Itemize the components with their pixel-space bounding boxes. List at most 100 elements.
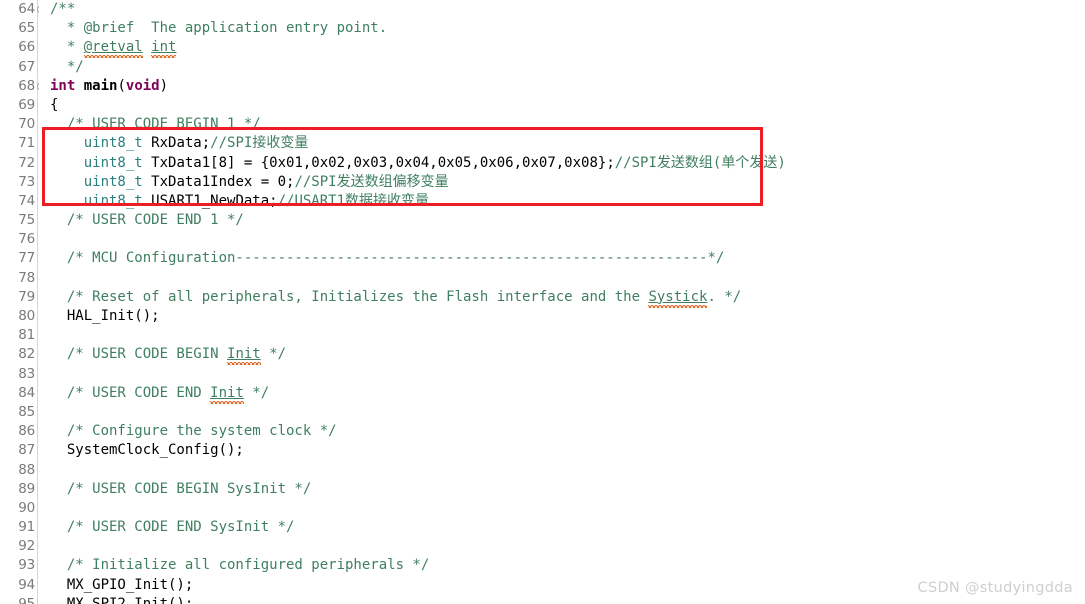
code-token: RxData; [142,135,211,152]
line-number-80: 80 [18,308,35,324]
code-token: uint8_t [83,135,143,152]
line-number-94: 94 [18,576,35,593]
code-line-80[interactable]: HAL_Init(); [39,307,1085,326]
code-token: HAL_Init(); [50,308,160,324]
code-token: uint8_t [83,154,143,171]
code-line-89[interactable]: /* USER CODE BEGIN SysInit */ [39,480,1085,499]
code-line-68[interactable]: int main(void) [39,77,1085,96]
line-number-gutter: 64 65 66 67 68 69 70 71 72 73 74 75 76 77 78 79 80 81 82 83… [0,0,46,604]
code-token: /* MCU Configuration--------------------… [50,250,725,267]
code-token: /* Initialize all configured peripherals… [50,557,430,574]
code-line-82[interactable]: /* USER CODE BEGIN Init */ [39,345,1085,364]
line-number-70: 70 [18,116,35,133]
line-number-64: 64 [0,0,46,19]
code-line-67[interactable]: */ [39,58,1085,77]
code-line-76[interactable] [39,230,1085,249]
code-token: @retval [83,39,143,56]
code-token: * @brief The application entry point. [50,20,388,37]
code-line-71[interactable]: uint8_t RxData;//SPI接收变量 [39,134,1085,153]
code-line-66[interactable]: * @retval int [39,38,1085,57]
code-token: //USART1数据接收变量 [277,192,430,209]
code-line-88[interactable] [39,461,1085,480]
code-token: void [125,77,160,94]
code-token: MX_GPIO_Init(); [50,576,194,593]
code-token: MX_SPI2_Init(); [50,595,194,604]
code-line-81[interactable] [39,326,1085,345]
line-number-68: 68 [0,77,46,96]
code-token: */ [50,58,84,75]
code-token: . */ [707,288,742,305]
code-line-83[interactable] [39,365,1085,384]
line-number-71: 71 [18,135,35,152]
line-number-82: 82 [18,346,35,363]
code-token: uint8_t [83,192,143,209]
code-content-area[interactable]: /** * @brief The application entry point… [39,0,1085,604]
line-number-81: 81 [18,327,35,344]
code-token: /* USER CODE END 1 */ [50,212,244,229]
code-token: /* Reset of all peripherals, Initializes… [50,288,649,305]
line-number-72: 72 [18,154,35,171]
code-token: ) [159,77,169,94]
code-line-64[interactable]: /** [39,0,1085,19]
code-line-77[interactable]: /* MCU Configuration--------------------… [39,249,1085,268]
line-number-83: 83 [18,365,35,382]
code-line-70[interactable]: /* USER CODE BEGIN 1 */ [39,115,1085,134]
code-line-92[interactable] [39,537,1085,556]
code-token: /** [50,1,76,17]
code-token: SystemClock_Config(); [50,442,244,459]
code-token: /* USER CODE END [50,384,211,401]
code-token: /* USER CODE BEGIN 1 */ [50,116,261,133]
code-line-65[interactable]: * @brief The application entry point. [39,19,1085,38]
line-number-90: 90 [18,499,35,516]
line-number-88: 88 [18,461,35,478]
line-number-74: 74 [18,192,35,209]
code-line-90[interactable] [39,499,1085,518]
line-number-84: 84 [18,384,35,401]
line-number-92: 92 [18,538,35,555]
code-token: Init [227,346,261,363]
line-number-95: 95 [18,595,35,604]
code-token: * [50,39,84,56]
code-line-74[interactable]: uint8_t USART1_NewData;//USART1数据接收变量 [39,192,1085,211]
code-line-78[interactable] [39,269,1085,288]
code-line-93[interactable]: /* Initialize all configured peripherals… [39,556,1085,575]
code-token: /* USER CODE BEGIN [50,346,228,363]
line-number-76: 76 [18,231,35,248]
line-number-87: 87 [18,442,35,459]
csdn-watermark: CSDN @studyingdda [917,580,1073,596]
line-number-79: 79 [18,288,35,305]
code-line-91[interactable]: /* USER CODE END SysInit */ [39,518,1085,537]
code-line-72[interactable]: uint8_t TxData1[8] = {0x01,0x02,0x03,0x0… [39,154,1085,173]
code-token: /* USER CODE BEGIN SysInit */ [50,480,312,497]
code-token: Init [210,384,244,401]
code-token: /* Configure the system clock */ [50,423,337,440]
code-token: ( [117,77,126,94]
code-token: //SPI发送数组偏移变量 [294,173,449,190]
code-line-73[interactable]: uint8_t TxData1Index = 0;//SPI发送数组偏移变量 [39,173,1085,192]
code-line-84[interactable]: /* USER CODE END Init */ [39,384,1085,403]
code-token: main [83,77,118,94]
line-number-69: 69 [18,96,35,113]
line-number-89: 89 [18,480,35,497]
code-token: { [50,96,59,113]
code-token: */ [260,346,287,363]
code-editor-screenshot: 64 65 66 67 68 69 70 71 72 73 74 75 76 77 78 79 80 81 82 83… [0,0,1085,604]
code-line-95[interactable]: MX_SPI2_Init(); [39,595,1085,604]
code-line-86[interactable]: /* Configure the system clock */ [39,422,1085,441]
code-line-75[interactable]: /* USER CODE END 1 */ [39,211,1085,230]
code-line-87[interactable]: SystemClock_Config(); [39,441,1085,460]
code-token: int [50,77,76,94]
line-number-66: 66 [18,39,35,56]
code-token: /* USER CODE END SysInit */ [50,519,295,536]
code-line-79[interactable]: /* Reset of all peripherals, Initializes… [39,288,1085,307]
code-token: //SPI发送数组(单个发送) [614,154,786,171]
code-token: Systick [648,288,708,305]
code-line-85[interactable] [39,403,1085,422]
code-token: //SPI接收变量 [210,135,309,152]
code-line-69[interactable]: { [39,96,1085,115]
line-number-75: 75 [18,212,35,229]
